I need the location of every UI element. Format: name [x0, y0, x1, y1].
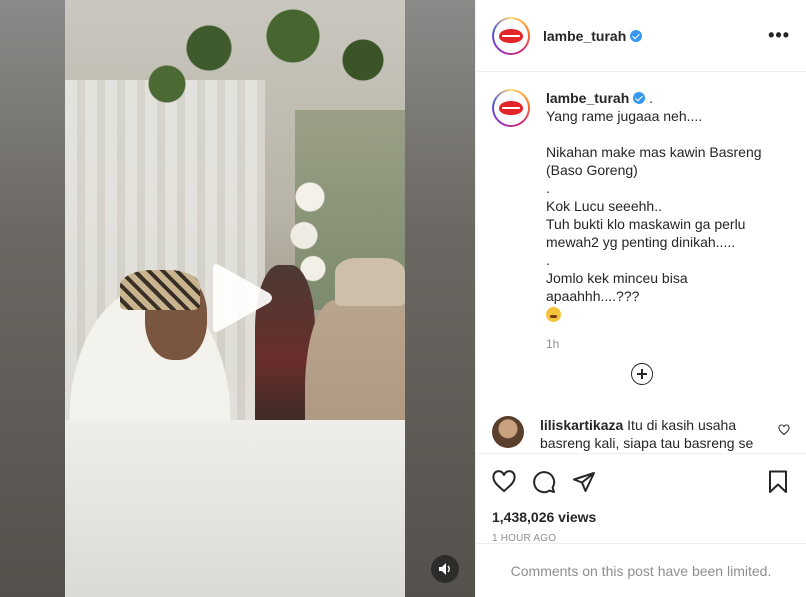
- comment-text: liliskartikaza Itu di kasih usaha basren…: [540, 416, 765, 452]
- caption-line: [546, 125, 781, 143]
- caption-time[interactable]: 1h: [546, 335, 781, 353]
- avatar[interactable]: [492, 416, 524, 448]
- post-actions: 1,438,026 views 1 HOUR AGO: [476, 453, 806, 544]
- comments-limited-notice: Comments on this post have been limited.: [476, 543, 806, 597]
- bookmark-icon[interactable]: [766, 470, 790, 494]
- caption-line: .: [546, 180, 550, 196]
- caption-line: mewah2 yg penting dinikah.....: [546, 234, 736, 250]
- action-icons: [492, 468, 790, 496]
- caption-avatar[interactable]: [492, 89, 530, 127]
- video-groom-headband: [120, 270, 200, 310]
- caption-username[interactable]: lambe_turah: [546, 90, 629, 106]
- lips-logo-icon: [499, 101, 523, 115]
- paper-plane-icon[interactable]: [572, 470, 596, 494]
- comment-icon[interactable]: [532, 470, 556, 494]
- post-header: lambe_turah •••: [476, 0, 806, 72]
- post-media[interactable]: [0, 0, 475, 597]
- tired-face-emoji: [546, 307, 561, 322]
- caption: lambe_turah . Yang rame jugaaa neh.... N…: [492, 89, 790, 353]
- caption-line: Yang rame jugaaa neh....: [546, 108, 703, 124]
- caption-line: Nikahan make mas kawin Basreng: [546, 144, 762, 160]
- caption-suffix: .: [649, 90, 654, 106]
- comments-section: lambe_turah . Yang rame jugaaa neh.... N…: [476, 73, 806, 453]
- video-table: [65, 420, 405, 597]
- speaker-icon[interactable]: [431, 555, 459, 583]
- video-official-hat: [335, 258, 405, 306]
- video-decoration-leaves: [125, 0, 405, 120]
- caption-line: Jomlo kek minceu bisa apaahhh....???: [546, 270, 692, 304]
- heart-icon[interactable]: [492, 470, 516, 494]
- load-more-comments-icon[interactable]: [631, 363, 653, 385]
- post-side-panel: lambe_turah ••• lambe_turah . Yang rame …: [475, 0, 806, 597]
- more-options-icon[interactable]: •••: [768, 25, 790, 46]
- list-item: liliskartikaza Itu di kasih usaha basren…: [492, 416, 790, 452]
- caption-line: Kok Lucu seeehh..: [546, 198, 662, 214]
- caption-line: (Baso Goreng): [546, 162, 638, 178]
- play-icon[interactable]: [205, 262, 275, 334]
- caption-line: .: [546, 252, 550, 268]
- avatar[interactable]: [492, 16, 530, 55]
- caption-line: Tuh bukti klo maskawin ga perlu: [546, 216, 746, 232]
- header-username[interactable]: lambe_turah: [543, 28, 626, 44]
- heart-icon[interactable]: [778, 424, 790, 452]
- comment-username[interactable]: liliskartikaza: [540, 417, 623, 433]
- view-count[interactable]: 1,438,026 views: [492, 509, 790, 525]
- verified-badge-icon: [633, 92, 646, 104]
- lips-logo-icon: [499, 28, 523, 43]
- verified-badge-icon: [630, 29, 643, 42]
- caption-body: lambe_turah . Yang rame jugaaa neh.... N…: [546, 89, 781, 353]
